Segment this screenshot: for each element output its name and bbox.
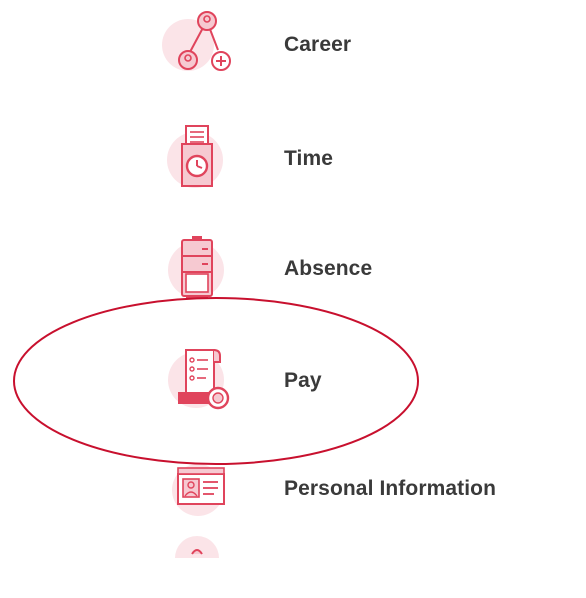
worker-menu: Career Time Absence Pay Personal Informa… — [0, 0, 586, 573]
menu-item-absence[interactable]: Absence — [160, 234, 580, 304]
menu-item-label: Time — [284, 147, 334, 170]
menu-item-career[interactable]: Career — [160, 10, 580, 80]
absence-icon — [160, 234, 240, 304]
career-icon — [160, 10, 240, 80]
menu-item-partial[interactable] — [160, 536, 580, 578]
pay-icon — [160, 346, 240, 416]
menu-item-personal-information[interactable]: Personal Information — [160, 454, 580, 524]
personal-information-icon — [160, 454, 240, 524]
menu-item-label: Pay — [284, 369, 322, 392]
menu-item-time[interactable]: Time — [160, 124, 580, 194]
menu-item-label: Personal Information — [284, 477, 497, 500]
menu-item-label: Absence — [284, 257, 373, 280]
menu-item-label: Career — [284, 33, 352, 56]
benefits-icon — [160, 528, 240, 598]
menu-item-pay[interactable]: Pay — [160, 346, 580, 416]
time-icon — [160, 124, 240, 194]
